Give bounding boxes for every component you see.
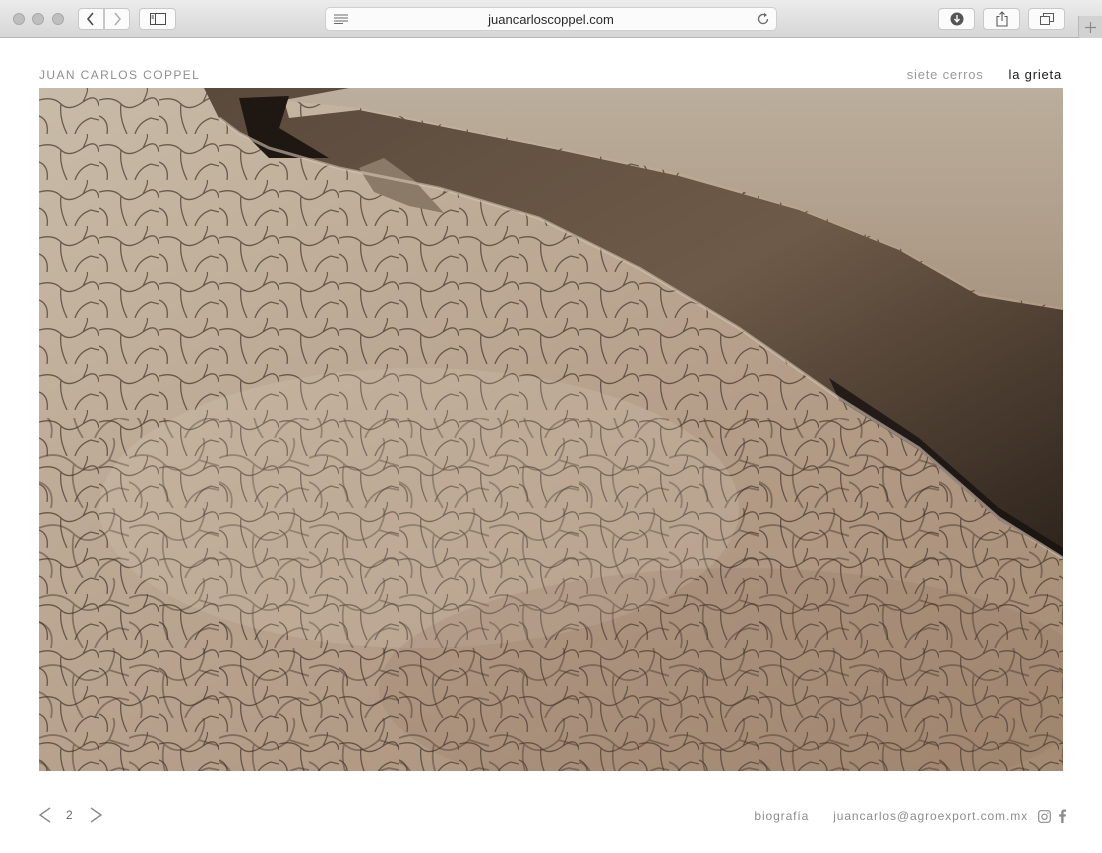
sidebar-button[interactable] — [139, 8, 176, 30]
download-icon — [950, 12, 963, 26]
instagram-icon[interactable] — [1038, 809, 1051, 823]
site-title[interactable]: JUAN CARLOS COPPEL — [39, 68, 200, 82]
biography-link[interactable]: biografía — [754, 809, 809, 823]
url-text: juancarloscoppel.com — [488, 12, 614, 27]
reload-icon[interactable] — [756, 12, 770, 26]
main-nav: siete cerros la grieta — [907, 67, 1062, 82]
back-button[interactable] — [78, 8, 104, 30]
tabs-icon — [1039, 13, 1054, 25]
email-link[interactable]: juancarlos@agroexport.com.mx — [833, 809, 1028, 823]
window-zoom-button[interactable] — [52, 13, 64, 25]
tabs-button[interactable] — [1028, 8, 1065, 30]
nav-item-la-grieta[interactable]: la grieta — [1009, 67, 1062, 82]
nav-item-siete-cerros[interactable]: siete cerros — [907, 67, 984, 82]
forward-button[interactable] — [104, 8, 130, 30]
chevron-left-icon — [86, 12, 94, 26]
downloads-button[interactable] — [938, 8, 975, 30]
sidebar-icon — [149, 13, 166, 25]
share-icon — [995, 11, 1008, 27]
footer-links: biografía juancarlos@agroexport.com.mx — [754, 809, 1066, 823]
next-arrow-icon[interactable] — [89, 806, 103, 824]
cracked-earth-image — [39, 88, 1063, 771]
browser-toolbar: juancarloscoppel.com — [0, 0, 1102, 38]
address-bar[interactable]: juancarloscoppel.com — [325, 7, 777, 31]
window-minimize-button[interactable] — [32, 13, 44, 25]
window-close-button[interactable] — [13, 13, 25, 25]
facebook-icon[interactable] — [1059, 809, 1066, 823]
chevron-right-icon — [114, 12, 122, 26]
page-number: 2 — [66, 808, 73, 822]
new-tab-button[interactable] — [1078, 16, 1102, 38]
prev-arrow-icon[interactable] — [38, 806, 52, 824]
plus-icon — [1085, 21, 1096, 33]
pager: 2 — [38, 806, 103, 824]
share-button[interactable] — [983, 8, 1020, 30]
gallery-photo[interactable] — [39, 88, 1063, 771]
